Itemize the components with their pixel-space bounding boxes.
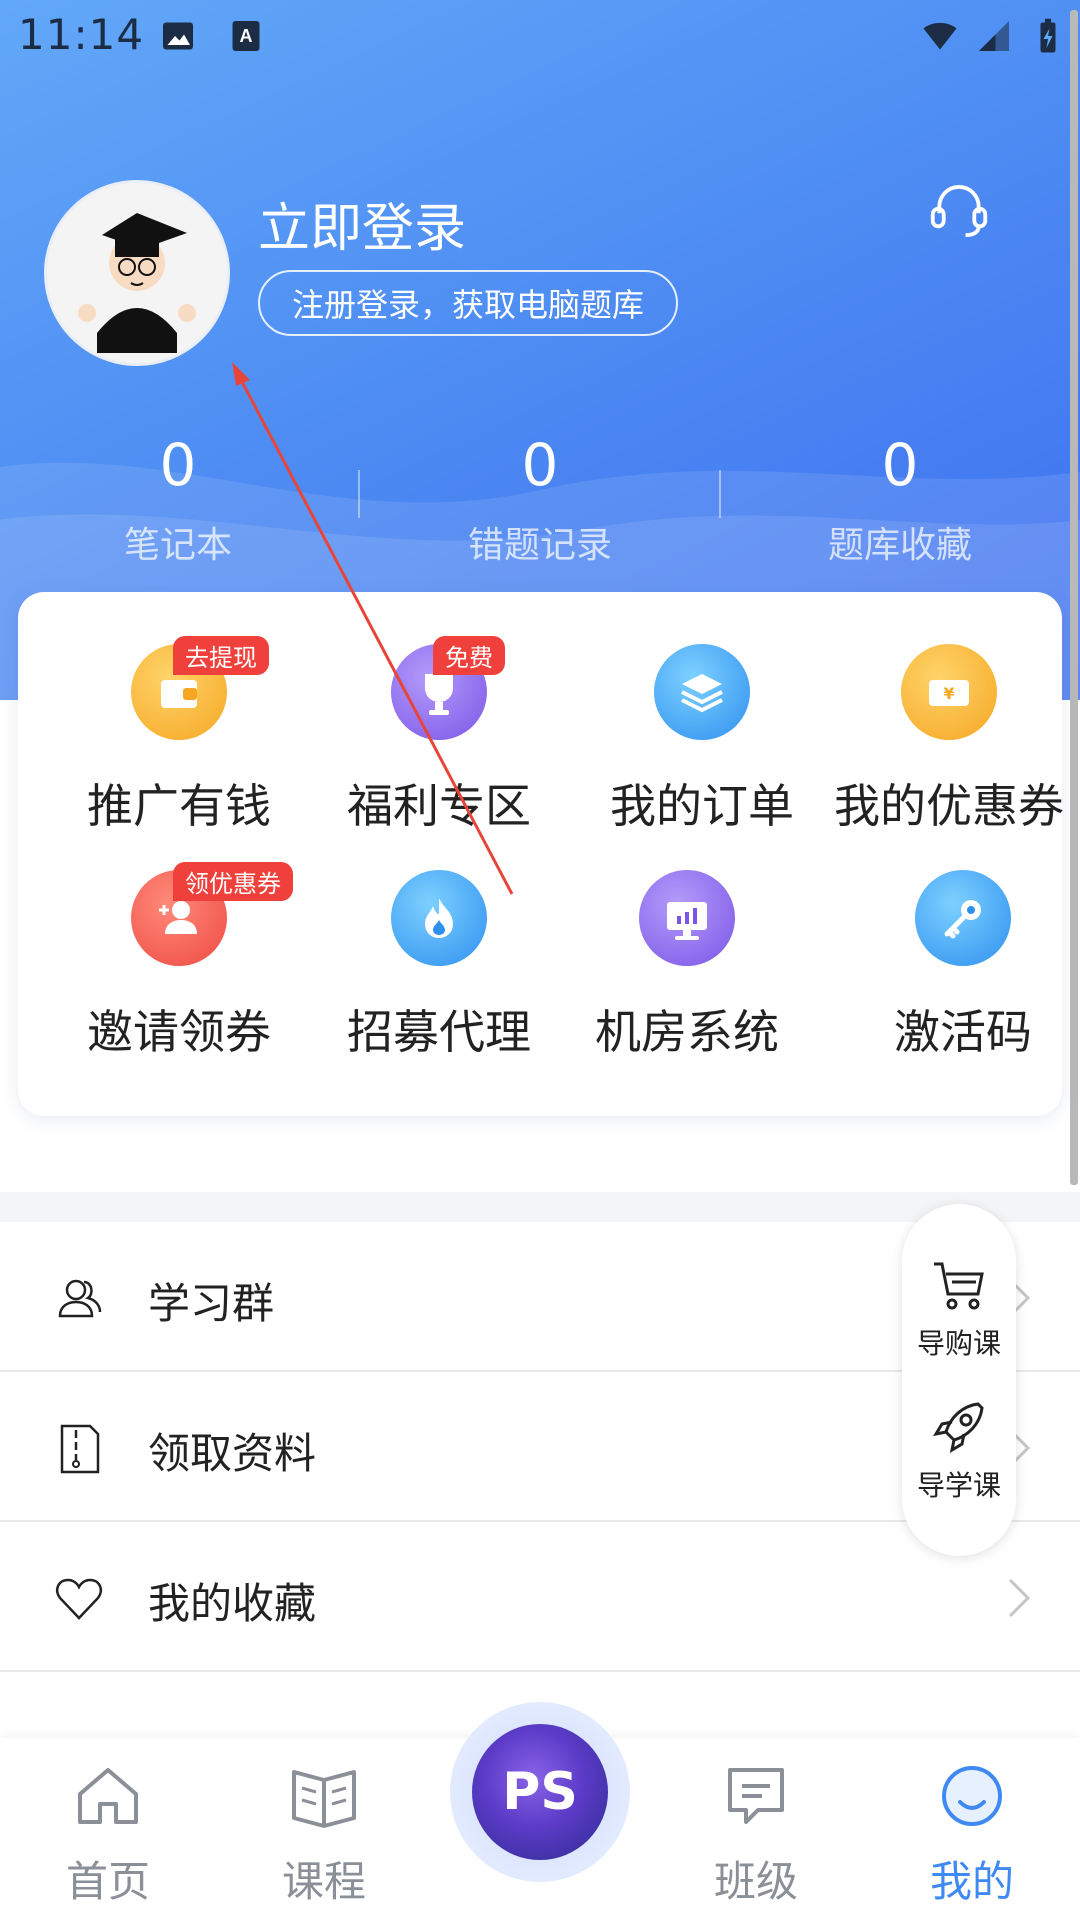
center-ps-button[interactable]: PS <box>450 1702 630 1882</box>
floating-side-panel: 导购课 导学课 <box>902 1204 1016 1556</box>
grid-label: 机房系统 <box>595 1005 779 1059</box>
profile-icon <box>942 1766 1002 1826</box>
home-icon <box>78 1768 138 1824</box>
list-item-label: 我的收藏 <box>148 1579 317 1628</box>
status-time: 11:14 <box>18 10 145 59</box>
grid-item-invite[interactable]: 领优惠券 邀请领券 <box>54 862 304 1062</box>
font-notification-icon: A <box>232 21 260 51</box>
key-icon <box>915 870 1011 966</box>
feature-grid-card: 去提现 推广有钱 免费 福利专区 我的订单 ¥ 我的优惠券 领优惠券 邀请领券 … <box>18 592 1064 1116</box>
stat-label: 题库收藏 <box>827 525 972 566</box>
register-button[interactable]: 注册登录，获取电脑题库 <box>258 270 678 336</box>
list-item-label: 领取资料 <box>148 1429 317 1478</box>
image-notification-icon <box>163 22 193 50</box>
trophy-icon: 免费 <box>391 636 505 740</box>
grid-item-activation-code[interactable]: 激活码 <box>838 870 1080 1062</box>
grid-item-lab-system[interactable]: 机房系统 <box>562 870 812 1062</box>
nav-label: 课程 <box>281 1857 366 1906</box>
nav-class[interactable]: 班级 <box>676 1758 836 1909</box>
grid-label: 招募代理 <box>347 1005 531 1059</box>
svg-text:¥: ¥ <box>943 684 954 703</box>
nav-label: 班级 <box>713 1857 798 1906</box>
layers-icon <box>654 644 750 740</box>
nav-courses[interactable]: 课程 <box>244 1758 404 1909</box>
heart-icon <box>56 1578 102 1620</box>
side-item-study-guide[interactable]: 导学课 <box>902 1396 1016 1504</box>
stat-wrong-questions[interactable]: 0 错题记录 <box>390 430 690 568</box>
book-icon <box>292 1770 356 1828</box>
flame-icon <box>391 870 487 966</box>
svg-text:A: A <box>240 26 253 46</box>
side-item-label: 导学课 <box>916 1469 1001 1502</box>
stat-divider <box>358 470 360 518</box>
side-item-label: 导购课 <box>916 1327 1001 1360</box>
login-title[interactable]: 立即登录 <box>258 186 466 261</box>
stat-divider <box>719 470 721 518</box>
nav-label: 我的 <box>929 1857 1014 1906</box>
stat-label: 错题记录 <box>467 525 612 566</box>
stat-notebook[interactable]: 0 笔记本 <box>28 430 328 568</box>
grid-item-welfare[interactable]: 免费 福利专区 <box>314 636 564 836</box>
nav-mine[interactable]: 我的 <box>892 1758 1052 1909</box>
grid-item-promotion[interactable]: 去提现 推广有钱 <box>54 636 304 836</box>
grid-label: 我的订单 <box>610 779 794 833</box>
list-item-label: 学习群 <box>148 1279 275 1328</box>
add-user-icon: 领优惠券 <box>131 862 293 966</box>
badge: 去提现 <box>173 636 269 675</box>
grid-item-recruit-agent[interactable]: 招募代理 <box>314 870 564 1062</box>
cartoon-avatar-icon <box>47 183 227 363</box>
document-icon <box>60 1424 100 1474</box>
center-button-text: PS <box>472 1724 608 1860</box>
side-item-shopping-guide[interactable]: 导购课 <box>902 1254 1016 1362</box>
nav-label: 首页 <box>65 1857 150 1906</box>
headset-icon[interactable] <box>924 176 994 246</box>
grid-label: 我的优惠券 <box>834 779 1064 833</box>
grid-label: 邀请领券 <box>87 1005 271 1059</box>
coupon-icon: ¥ <box>901 644 997 740</box>
stat-label: 笔记本 <box>123 525 232 566</box>
stat-value: 0 <box>881 431 919 499</box>
grid-item-orders[interactable]: 我的订单 <box>577 644 827 836</box>
grid-label: 激活码 <box>894 1005 1032 1059</box>
badge: 免费 <box>433 636 505 675</box>
signal-icon <box>979 21 1009 51</box>
battery-icon <box>1040 18 1056 53</box>
grid-item-coupons[interactable]: ¥ 我的优惠券 <box>824 644 1074 836</box>
rocket-icon <box>932 1402 984 1454</box>
stat-value: 0 <box>159 431 197 499</box>
group-icon <box>58 1279 102 1318</box>
monitor-icon <box>639 870 735 966</box>
nav-home[interactable]: 首页 <box>28 1758 188 1909</box>
wifi-icon <box>923 22 957 50</box>
grid-label: 推广有钱 <box>87 779 271 833</box>
grid-label: 福利专区 <box>347 779 531 833</box>
chevron-right-icon <box>1008 1578 1031 1618</box>
cart-icon <box>934 1262 984 1310</box>
stat-value: 0 <box>521 431 559 499</box>
list-item-my-favorites[interactable]: 我的收藏 <box>0 1522 1080 1672</box>
chat-icon <box>728 1768 784 1824</box>
wallet-icon: 去提现 <box>131 636 269 740</box>
avatar[interactable] <box>44 180 230 366</box>
section-divider <box>0 1192 1080 1222</box>
badge: 领优惠券 <box>173 862 293 901</box>
stat-favorites[interactable]: 0 题库收藏 <box>750 430 1050 568</box>
